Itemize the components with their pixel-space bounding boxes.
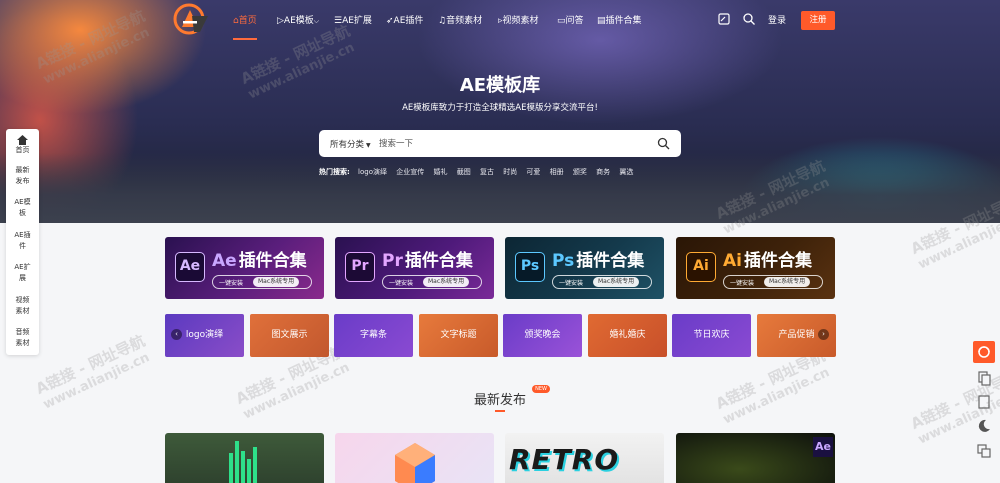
category-select[interactable]: 所有分类 ▼ [330,138,371,150]
floating-sidebar: 首页 最新发布 AE模板 AE插件 AE扩展 视频素材 音频素材 [6,129,39,355]
chevron-left-icon[interactable]: ‹ [171,329,182,340]
hot-keyword[interactable]: 相册 [550,168,564,176]
banner-title: Ai 插件合集 [723,251,812,271]
ae-logo-text: Ae [813,437,833,457]
hot-keyword[interactable]: 截图 [457,168,471,176]
card-thumbnail[interactable] [335,433,494,483]
top-nav: ⌂首页 ▷AE模板⌵ ☰AE扩展 ➶AE插件 ♫音频素材 ▹视频素材 ▭问答 ▤… [0,0,1000,40]
ai-badge: Ai [686,252,716,282]
music-icon: ♫ [438,16,447,26]
copy-icon[interactable] [973,367,995,389]
card-thumbnail[interactable]: RETRO [505,433,664,483]
nav-item-qa[interactable]: ▭问答 [557,13,584,26]
ps-badge: Ps [515,252,545,282]
banner-ai-plugins[interactable]: Ai Ai 插件合集 一键安装 Mac系统专用 [676,237,835,299]
hot-keyword[interactable]: 复古 [480,168,494,176]
hot-keyword[interactable]: 颁奖 [573,168,587,176]
banner-title: Ae 插件合集 [212,251,307,271]
home-icon [17,135,28,145]
pr-badge: Pr [345,252,375,282]
hot-keyword[interactable]: logo演绎 [358,168,387,176]
nav-item-ae-plugins[interactable]: ➶AE插件 [386,13,423,26]
nav-item-ae-templates[interactable]: ▷AE模板⌵ [277,13,319,26]
banner-pr-plugins[interactable]: Pr Pr 插件合集 一键安装 Mac系统专用 [335,237,494,299]
chevron-down-icon: ⌵ [313,17,320,25]
banner-title: Pr 插件合集 [382,251,473,271]
banner-pill: 一键安装 Mac系统专用 [552,275,652,289]
hot-keyword[interactable]: 可爱 [526,168,540,176]
search-input[interactable] [379,135,639,152]
site-logo[interactable] [170,2,212,36]
hot-keyword[interactable]: 时尚 [503,168,517,176]
ae-badge: Ae [175,252,205,282]
section-underline [495,410,505,412]
equalizer-icon [229,441,257,483]
hot-keyword[interactable]: 翼选 [619,168,633,176]
send-icon: ➶ [386,16,394,26]
hero-floor [0,153,1000,223]
category-tile-subtitle[interactable]: 字幕条 [334,314,413,357]
hero-title: AE模板库 [459,75,541,96]
banner-title: Ps 插件合集 [552,251,645,271]
nav-item-ae-extensions[interactable]: ☰AE扩展 [334,13,372,26]
hero-subtitle: AE模板库致力于打造全球精选AE模版分享交流平台! [402,103,598,113]
category-tile-graphic[interactable]: 图文展示 [250,314,329,357]
caret-down-icon: ▼ [366,142,371,149]
card-thumbnail[interactable] [165,433,324,483]
sidebar-item-ae-templates[interactable]: AE模板 [6,197,39,219]
moon-icon[interactable] [973,415,995,437]
sidebar-item-home[interactable]: 首页 [6,145,39,156]
cube-icon [395,443,435,483]
card-thumbnail[interactable]: Ae [676,433,835,483]
document-icon: ▤ [597,16,606,26]
sidebar-item-ae-extensions[interactable]: AE扩展 [6,262,39,284]
translate-icon[interactable] [973,440,995,462]
hot-keyword[interactable]: 商务 [596,168,610,176]
banner-pill: 一键安装 Mac系统专用 [212,275,312,289]
retro-text: RETRO [509,443,620,476]
banner-pill: 一键安装 Mac系统专用 [382,275,482,289]
nav-item-home[interactable]: ⌂首页 [233,13,257,40]
hot-label: 热门搜索: [319,168,350,176]
chevron-right-icon[interactable]: › [818,329,829,340]
sidebar-item-video[interactable]: 视频素材 [6,295,39,317]
edit-icon[interactable] [717,12,731,26]
banner-ae-plugins[interactable]: Ae Ae 插件合集 一键安装 Mac系统专用 [165,237,324,299]
sidebar-item-audio[interactable]: 音频素材 [6,327,39,349]
sidebar-item-latest[interactable]: 最新发布 [6,165,39,187]
list-icon: ☰ [334,16,343,26]
nav-item-plugin-collection[interactable]: ▤插件合集 [597,13,642,26]
category-tile-festival[interactable]: 节日欢庆 [672,314,751,357]
hot-keyword[interactable]: 企业宣传 [396,168,424,176]
register-button[interactable]: 注册 [801,11,835,30]
chat-icon: ▭ [557,16,566,26]
hot-keyword[interactable]: 婚礼 [433,168,447,176]
new-badge: NEW [532,385,550,393]
nav-item-audio[interactable]: ♫音频素材 [438,13,482,26]
category-tile-awards[interactable]: 颁奖晚会 [503,314,582,357]
section-title: 最新发布 [473,393,526,408]
search-submit-icon[interactable] [657,137,670,150]
banner-pill: 一键安装 Mac系统专用 [723,275,823,289]
banner-ps-plugins[interactable]: Ps Ps 插件合集 一键安装 Mac系统专用 [505,237,664,299]
category-tile-wedding[interactable]: 婚礼婚庆 [588,314,667,357]
search-bar: 所有分类 ▼ [319,130,681,157]
login-link[interactable]: 登录 [768,13,786,26]
play-icon: ▷ [277,16,284,26]
sidebar-item-ae-plugins[interactable]: AE插件 [6,230,39,252]
support-icon[interactable] [973,341,995,363]
category-tile-title[interactable]: 文字标题 [419,314,498,357]
hot-searches: 热门搜索: logo演绎 企业宣传 婚礼 截图 复古 时尚 可爱 相册 颁奖 商… [319,167,640,177]
nav-active-underline [233,38,257,40]
watermark: A链接 - 网址导航 www.alianjie.cn [712,346,832,428]
search-icon[interactable] [742,12,756,26]
nav-item-video[interactable]: ▹视频素材 [498,13,539,26]
